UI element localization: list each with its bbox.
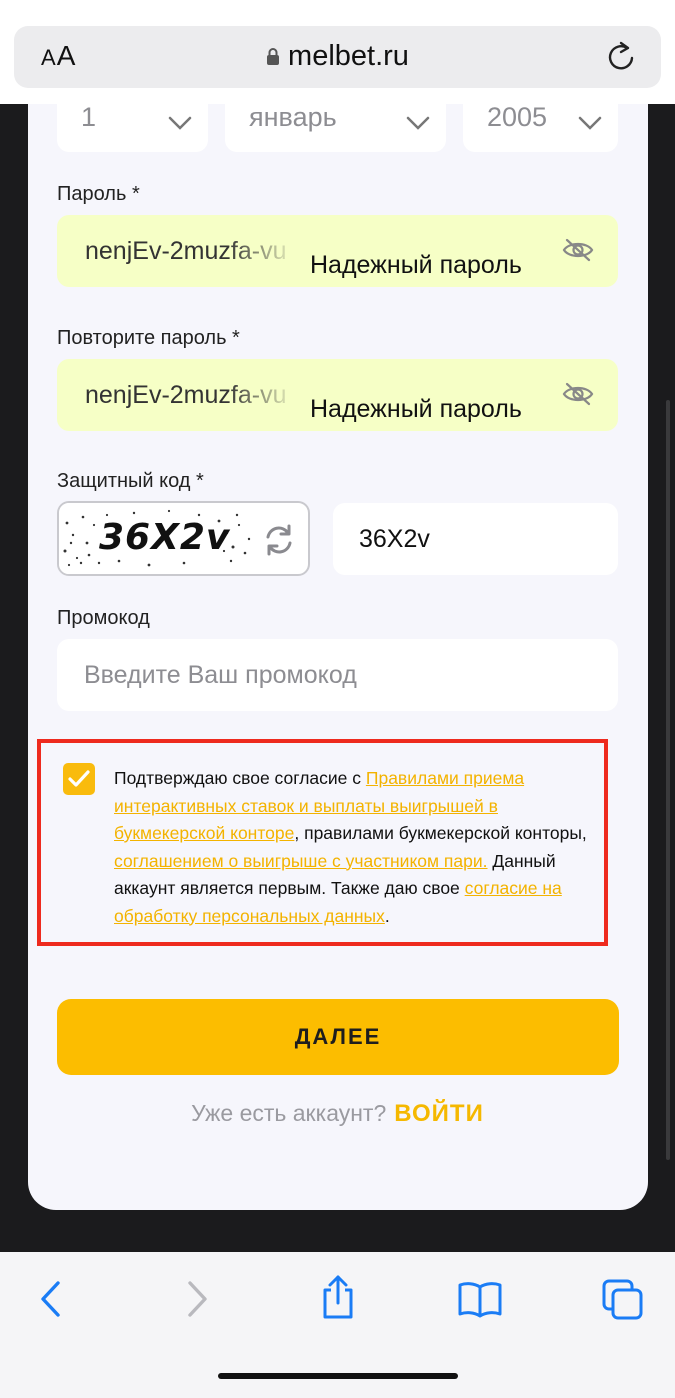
back-icon[interactable] — [36, 1278, 66, 1325]
captcha-text: 36X2v — [99, 517, 231, 558]
eye-off-icon[interactable] — [562, 381, 594, 412]
tabs-icon[interactable] — [601, 1278, 645, 1327]
browser-top-bar: AA melbet.ru — [0, 0, 675, 104]
scrollbar[interactable] — [666, 400, 670, 1160]
password-input[interactable]: nenjEv-2muzfa-vu Надежный пароль — [57, 215, 618, 287]
repeat-password-strength: Надежный пароль — [310, 395, 522, 423]
next-button[interactable]: ДАЛЕЕ — [57, 999, 619, 1075]
agreement-checkbox[interactable] — [63, 763, 95, 795]
chevron-down-icon — [406, 106, 430, 137]
promo-label: Промокод — [57, 607, 150, 629]
url-display[interactable]: melbet.ru — [14, 40, 661, 74]
captcha-image: 36X2v — [59, 503, 259, 574]
winnings-agreement-link[interactable]: соглашением о выигрыше с участником пари… — [114, 851, 488, 871]
promo-placeholder: Введите Ваш промокод — [84, 661, 357, 689]
home-indicator — [218, 1373, 458, 1379]
address-bar[interactable]: AA melbet.ru — [14, 26, 661, 88]
check-icon — [68, 770, 90, 787]
forward-icon[interactable] — [182, 1278, 212, 1325]
password-label: Пароль * — [57, 183, 140, 205]
captcha-box: 36X2v — [57, 501, 310, 576]
url-text: melbet.ru — [288, 40, 409, 72]
refresh-captcha-icon[interactable] — [262, 523, 296, 562]
repeat-password-label: Повторите пароль * — [57, 327, 240, 349]
login-row: Уже есть аккаунт? ВОЙТИ — [0, 1100, 675, 1128]
chevron-down-icon — [168, 106, 192, 137]
password-strength: Надежный пароль — [310, 251, 522, 279]
login-link[interactable]: ВОЙТИ — [394, 1100, 484, 1127]
chevron-down-icon — [578, 106, 602, 137]
agreement-highlight: Подтверждаю свое согласие с Правилами пр… — [37, 739, 608, 946]
reload-icon[interactable] — [607, 39, 637, 78]
lock-icon — [266, 41, 280, 74]
have-account-text: Уже есть аккаунт? — [191, 1100, 387, 1126]
promo-input[interactable]: Введите Ваш промокод — [57, 639, 618, 711]
agreement-text: Подтверждаю свое согласие с Правилами пр… — [114, 768, 587, 926]
captcha-input[interactable]: 36X2v — [333, 503, 618, 575]
eye-off-icon[interactable] — [562, 237, 594, 268]
captcha-label: Защитный код * — [57, 470, 204, 492]
bookmarks-icon[interactable] — [457, 1278, 503, 1325]
repeat-password-input[interactable]: nenjEv-2muzfa-vu Надежный пароль — [57, 359, 618, 431]
share-icon[interactable] — [318, 1274, 358, 1325]
